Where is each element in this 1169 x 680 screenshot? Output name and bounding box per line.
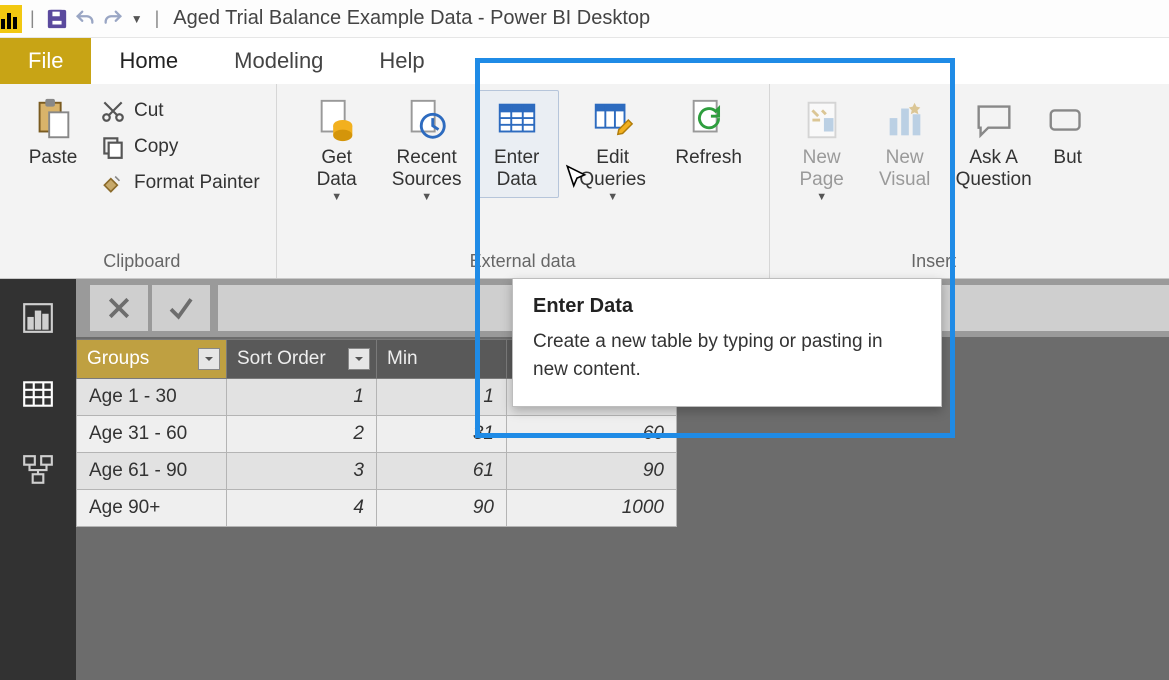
- tab-home[interactable]: Home: [91, 38, 206, 84]
- separator: |: [30, 8, 35, 29]
- data-view-button[interactable]: [17, 373, 59, 415]
- new-page-icon: [799, 97, 845, 143]
- ribbon-group-clipboard: Paste Cut Copy Format Painter Clipboard: [8, 84, 277, 278]
- recent-sources-button[interactable]: Recent Sources ▼: [385, 90, 469, 210]
- table-row[interactable]: Age 61 - 90 3 61 90: [77, 453, 677, 490]
- undo-icon[interactable]: [71, 5, 99, 33]
- window-title: Aged Trial Balance Example Data - Power …: [173, 7, 650, 30]
- app-logo-icon: [0, 5, 22, 33]
- formula-cancel-button[interactable]: [90, 285, 148, 331]
- tooltip-title: Enter Data: [533, 295, 921, 318]
- buttons-icon: [1045, 97, 1091, 143]
- dropdown-icon: ▼: [607, 191, 618, 203]
- ribbon: Paste Cut Copy Format Painter Clipboard: [0, 84, 1169, 279]
- separator: |: [155, 8, 160, 29]
- format-painter-icon: [100, 170, 126, 196]
- tooltip: Enter Data Create a new table by typing …: [512, 278, 942, 407]
- group-label: Clipboard: [103, 247, 180, 274]
- get-data-button[interactable]: Get Data ▼: [295, 90, 379, 210]
- column-dropdown-icon[interactable]: [348, 348, 370, 370]
- ribbon-tabs: File Home Modeling Help: [0, 38, 1169, 84]
- new-visual-icon: [882, 97, 928, 143]
- qat-dropdown-icon[interactable]: ▼: [127, 12, 147, 26]
- table-row[interactable]: Age 31 - 60 2 31 60: [77, 416, 677, 453]
- dropdown-icon: ▼: [421, 191, 432, 203]
- paste-button[interactable]: Paste: [18, 90, 88, 176]
- tab-modeling[interactable]: Modeling: [206, 38, 351, 84]
- ask-question-button[interactable]: Ask A Question: [946, 90, 1042, 198]
- buttons-button[interactable]: But: [1048, 90, 1088, 176]
- format-painter-button[interactable]: Format Painter: [94, 168, 266, 198]
- tab-help[interactable]: Help: [351, 38, 452, 84]
- edit-queries-icon: [590, 97, 636, 143]
- copy-button[interactable]: Copy: [94, 132, 266, 162]
- dropdown-icon: ▼: [331, 191, 342, 203]
- redo-icon[interactable]: [99, 5, 127, 33]
- new-visual-button[interactable]: New Visual: [870, 90, 940, 198]
- title-bar: | ▼ | Aged Trial Balance Example Data - …: [0, 0, 1169, 38]
- cut-icon: [100, 98, 126, 124]
- ribbon-group-external-data: Get Data ▼ Recent Sources ▼ Enter Data: [277, 84, 770, 278]
- tab-file[interactable]: File: [0, 38, 91, 84]
- refresh-icon: [686, 97, 732, 143]
- view-bar: [0, 279, 76, 680]
- new-page-button[interactable]: New Page ▼: [780, 90, 864, 210]
- column-header-min[interactable]: Min: [377, 340, 507, 379]
- model-view-button[interactable]: [17, 449, 59, 491]
- refresh-button[interactable]: Refresh: [667, 90, 751, 176]
- edit-queries-button[interactable]: Edit Queries ▼: [565, 90, 661, 210]
- paste-icon: [30, 97, 76, 143]
- enter-data-button[interactable]: Enter Data: [475, 90, 559, 198]
- ask-question-icon: [971, 97, 1017, 143]
- copy-icon: [100, 134, 126, 160]
- column-header-sort-order[interactable]: Sort Order: [227, 340, 377, 379]
- recent-sources-icon: [404, 97, 450, 143]
- ribbon-group-insert: New Page ▼ New Visual Ask A Question Bu: [770, 84, 1098, 278]
- enter-data-icon: [494, 97, 540, 143]
- save-icon[interactable]: [43, 5, 71, 33]
- formula-commit-button[interactable]: [152, 285, 210, 331]
- group-label: Insert: [911, 247, 956, 274]
- tooltip-body: Create a new table by typing or pasting …: [533, 328, 921, 384]
- report-view-button[interactable]: [17, 297, 59, 339]
- group-label: External data: [470, 247, 576, 274]
- column-dropdown-icon[interactable]: [198, 348, 220, 370]
- get-data-icon: [314, 97, 360, 143]
- dropdown-icon: ▼: [816, 191, 827, 203]
- table-row[interactable]: Age 90+ 4 90 1000: [77, 490, 677, 527]
- column-header-groups[interactable]: Groups: [77, 340, 227, 379]
- cut-button[interactable]: Cut: [94, 96, 266, 126]
